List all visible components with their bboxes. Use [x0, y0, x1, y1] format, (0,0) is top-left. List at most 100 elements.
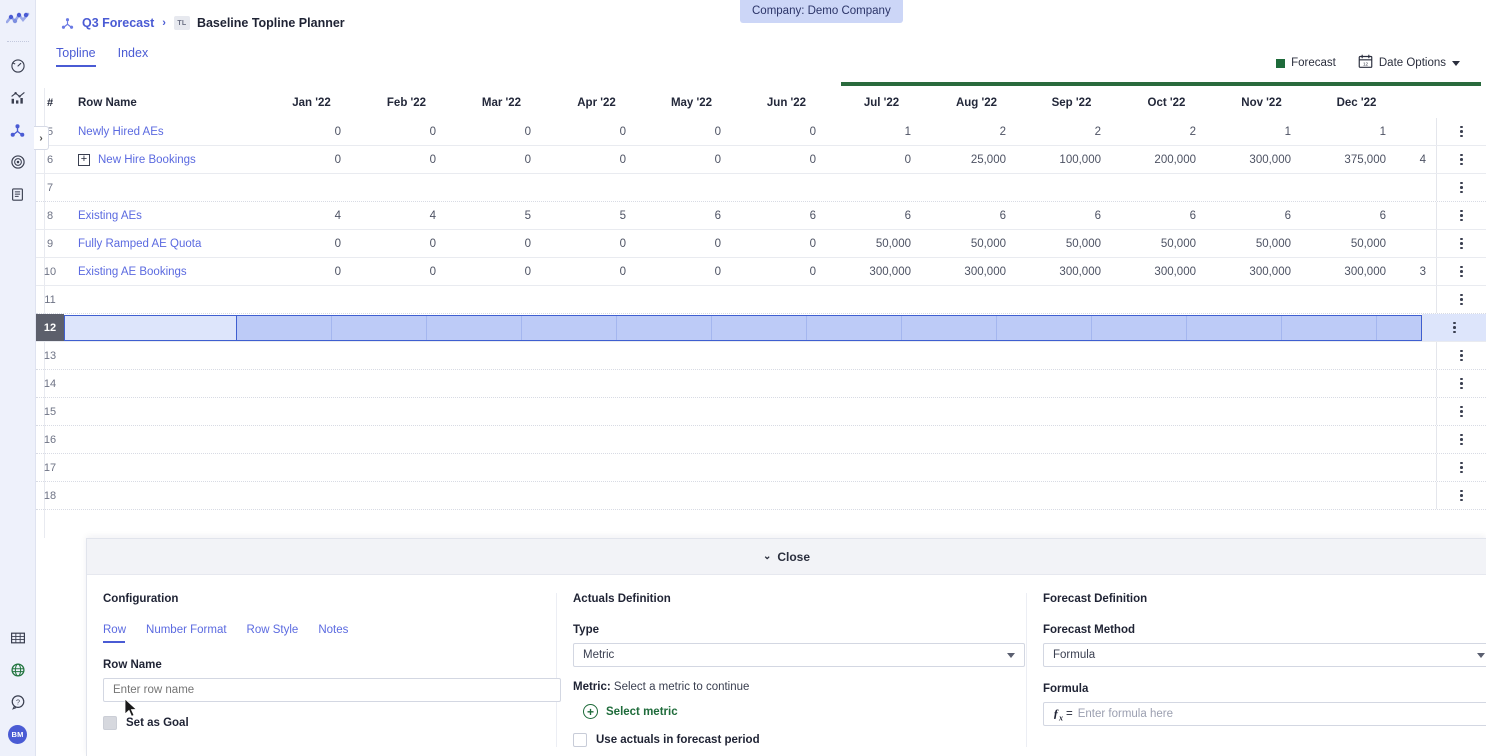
tab-index[interactable]: Index [118, 46, 149, 67]
row-actions-button[interactable] [1436, 174, 1486, 201]
set-as-goal-row[interactable]: Set as Goal [103, 716, 540, 730]
cell-value[interactable] [644, 342, 739, 369]
cell-value[interactable]: 300,000 [1214, 146, 1309, 173]
row-actions-button[interactable] [1436, 286, 1486, 313]
cell-value[interactable] [834, 454, 929, 481]
cell-value[interactable] [834, 370, 929, 397]
cell-value[interactable] [834, 286, 929, 313]
cell-value[interactable]: 0 [739, 258, 834, 285]
cell-value[interactable] [929, 482, 1024, 509]
cell-value[interactable]: 300,000 [1119, 258, 1214, 285]
row-name-cell[interactable] [64, 454, 264, 481]
cell-value[interactable] [549, 426, 644, 453]
cell-value[interactable] [1214, 426, 1309, 453]
cell-value[interactable]: 1 [1309, 118, 1404, 145]
row-actions-button[interactable] [1436, 258, 1486, 285]
cell-value[interactable] [359, 426, 454, 453]
selected-row-name-cell[interactable] [65, 315, 237, 340]
cell-value[interactable]: 6 [1024, 202, 1119, 229]
cell-value[interactable] [929, 454, 1024, 481]
row-name-cell[interactable] [64, 342, 264, 369]
expand-row-icon[interactable]: + [78, 153, 90, 166]
sidebar-item-integrations[interactable] [3, 654, 33, 686]
cell-value[interactable]: 25,000 [929, 146, 1024, 173]
cell-value-clipped[interactable] [1404, 230, 1436, 257]
cell-value[interactable]: 0 [644, 258, 739, 285]
cell-value[interactable]: 0 [644, 230, 739, 257]
forecast-method-select[interactable]: Formula [1043, 643, 1486, 667]
cell-value[interactable]: 1 [1214, 118, 1309, 145]
cell-value[interactable]: 0 [454, 146, 549, 173]
cell-value[interactable]: 0 [549, 146, 644, 173]
cell-value[interactable] [549, 398, 644, 425]
cell-value[interactable] [359, 174, 454, 201]
cell-value[interactable] [359, 398, 454, 425]
actuals-type-select[interactable]: Metric [573, 643, 1025, 667]
selected-row-cell[interactable] [1187, 315, 1282, 340]
cell-value[interactable] [644, 174, 739, 201]
cell-value[interactable]: 300,000 [1214, 258, 1309, 285]
cell-value[interactable]: 50,000 [1309, 230, 1404, 257]
cell-value-clipped[interactable] [1404, 342, 1436, 369]
cell-value[interactable] [264, 398, 359, 425]
cell-value[interactable] [739, 454, 834, 481]
tab-notes[interactable]: Notes [318, 624, 348, 643]
cell-value[interactable]: 0 [359, 258, 454, 285]
cell-value[interactable] [644, 398, 739, 425]
cell-value[interactable]: 0 [739, 230, 834, 257]
cell-value[interactable] [1309, 454, 1404, 481]
row-actions-button[interactable] [1436, 202, 1486, 229]
cell-value[interactable]: 100,000 [1024, 146, 1119, 173]
row-actions-button[interactable] [1436, 342, 1486, 369]
cell-value[interactable]: 0 [739, 146, 834, 173]
cell-value[interactable] [834, 342, 929, 369]
row-actions-button[interactable] [1436, 146, 1486, 173]
cell-value[interactable]: 6 [739, 202, 834, 229]
cell-value[interactable] [1309, 174, 1404, 201]
cell-value[interactable]: 0 [359, 118, 454, 145]
cell-value[interactable]: 0 [454, 118, 549, 145]
cell-value[interactable] [264, 286, 359, 313]
tab-topline[interactable]: Topline [56, 46, 96, 67]
cell-value[interactable]: 300,000 [1024, 258, 1119, 285]
cell-value[interactable] [834, 398, 929, 425]
cell-value-clipped[interactable] [1404, 174, 1436, 201]
cell-value[interactable] [264, 426, 359, 453]
cell-value[interactable] [1119, 398, 1214, 425]
cell-value[interactable] [929, 426, 1024, 453]
cell-value[interactable]: 0 [549, 258, 644, 285]
kebab-menu-icon[interactable] [1452, 431, 1471, 449]
cell-value[interactable] [1024, 454, 1119, 481]
use-actuals-row[interactable]: Use actuals in forecast period [573, 733, 1010, 747]
cell-value[interactable]: 0 [264, 118, 359, 145]
grid-header-oct22[interactable]: Oct '22 [1119, 97, 1214, 109]
cell-value[interactable] [264, 342, 359, 369]
cell-value-clipped[interactable] [1404, 118, 1436, 145]
kebab-menu-icon[interactable] [1452, 347, 1471, 365]
cell-value[interactable] [834, 174, 929, 201]
kebab-menu-icon[interactable] [1452, 459, 1471, 477]
cell-value[interactable]: 0 [264, 146, 359, 173]
cell-value[interactable]: 6 [1119, 202, 1214, 229]
cell-value[interactable] [454, 426, 549, 453]
cell-value[interactable]: 6 [834, 202, 929, 229]
selected-row-cell[interactable] [997, 315, 1092, 340]
selected-row-cell[interactable] [332, 315, 427, 340]
cell-value-clipped[interactable] [1404, 482, 1436, 509]
cell-value[interactable]: 1 [834, 118, 929, 145]
cell-value[interactable] [454, 174, 549, 201]
selected-row-cell[interactable] [712, 315, 807, 340]
kebab-menu-icon[interactable] [1452, 179, 1471, 197]
cell-value[interactable]: 0 [644, 118, 739, 145]
cell-value[interactable] [264, 174, 359, 201]
cell-value[interactable]: 50,000 [1024, 230, 1119, 257]
cell-value[interactable] [739, 482, 834, 509]
cell-value[interactable]: 50,000 [929, 230, 1024, 257]
cell-value[interactable] [264, 482, 359, 509]
sidebar-item-analytics[interactable] [3, 82, 33, 114]
cell-value[interactable] [1214, 342, 1309, 369]
row-name-link[interactable]: Newly Hired AEs [78, 126, 164, 138]
table-row[interactable]: 12 [36, 314, 1486, 342]
row-actions-button[interactable] [1436, 118, 1486, 145]
cell-value[interactable]: 0 [359, 146, 454, 173]
